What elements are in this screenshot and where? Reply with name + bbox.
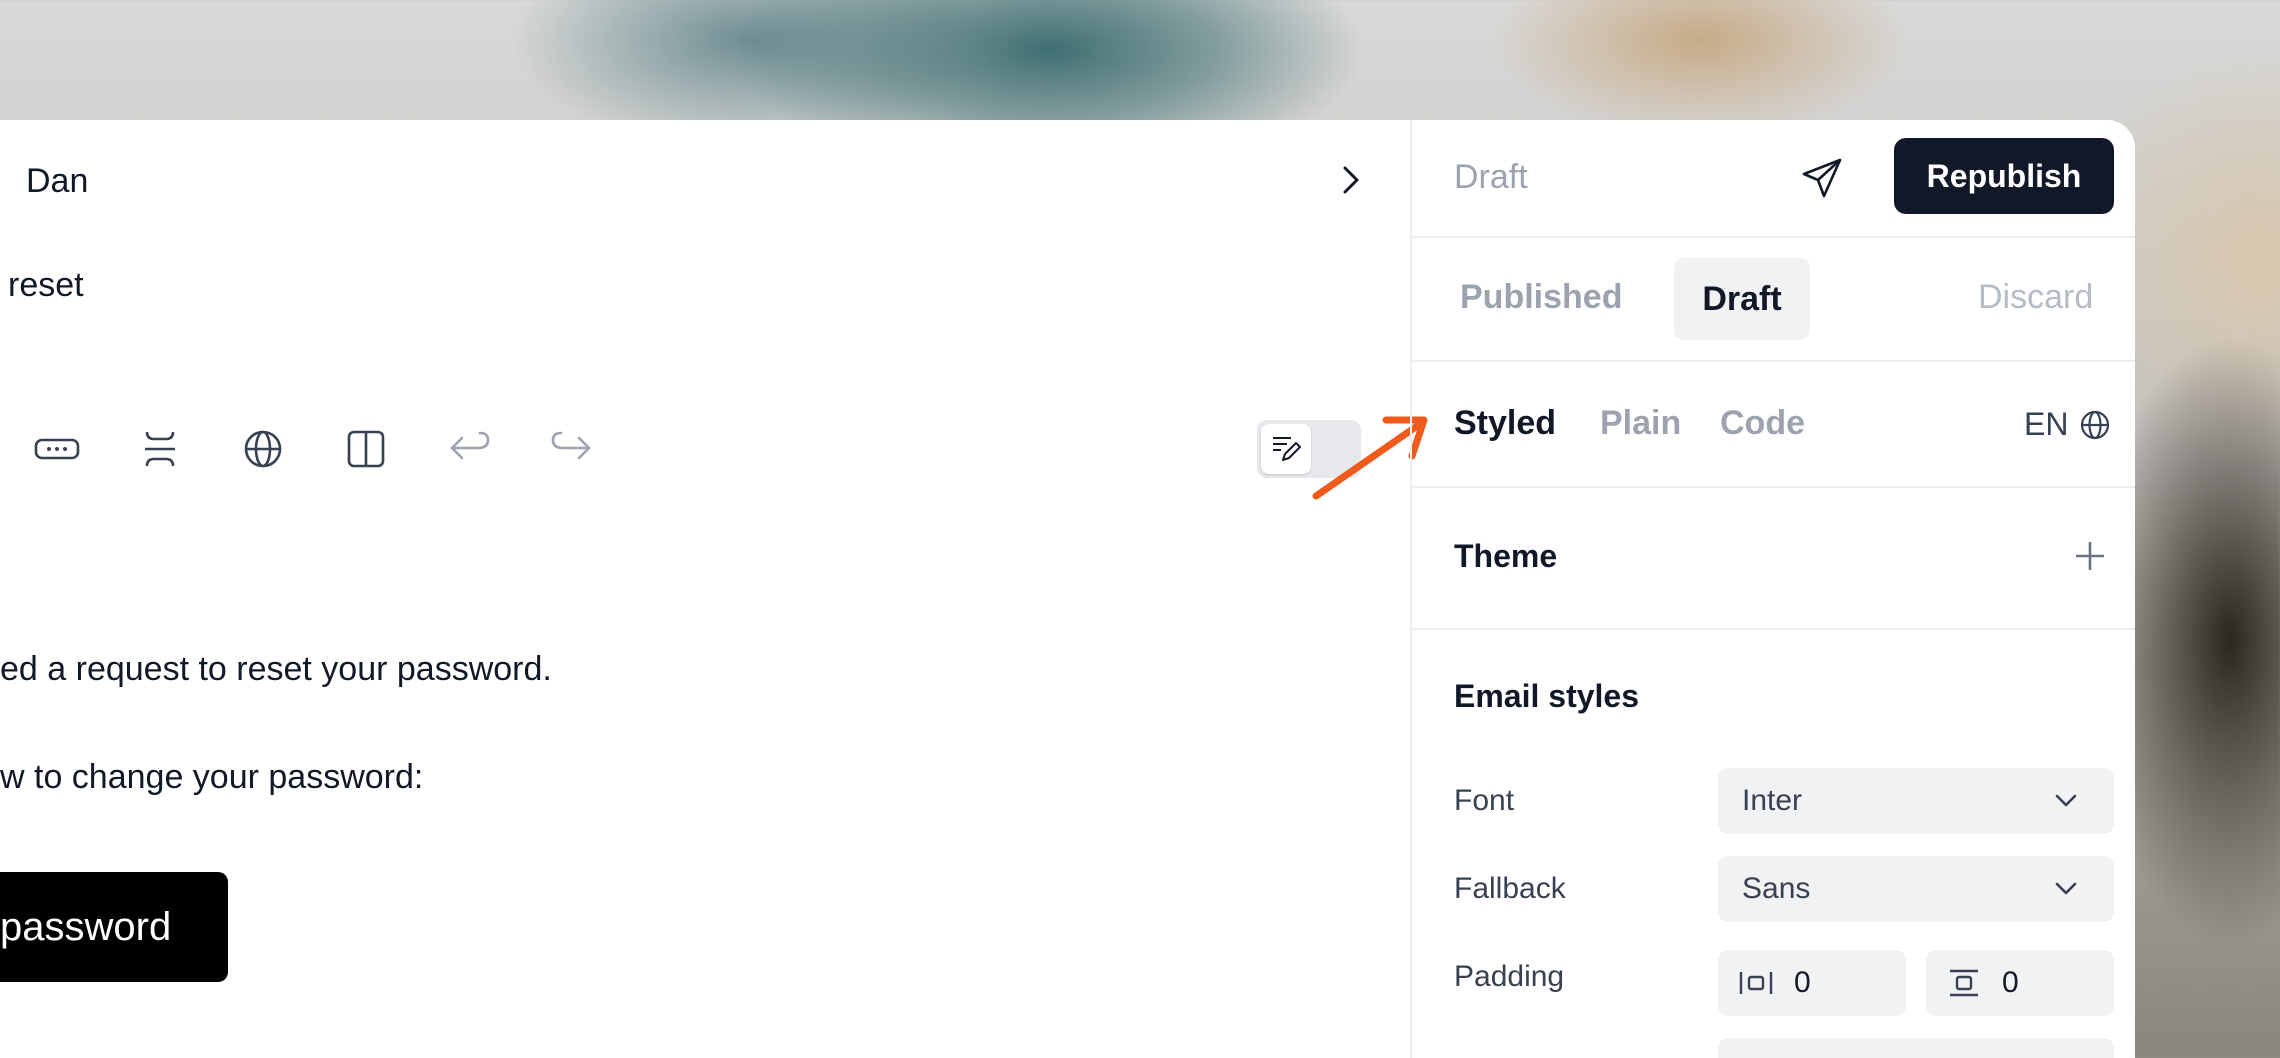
reset-password-button[interactable]: password bbox=[0, 872, 228, 982]
padding-horizontal-icon bbox=[1739, 972, 1773, 994]
tab-code[interactable]: Code bbox=[1720, 404, 1805, 443]
redo-icon[interactable] bbox=[543, 420, 601, 478]
tab-plain[interactable]: Plain bbox=[1600, 404, 1681, 443]
spacer-icon[interactable] bbox=[131, 420, 189, 478]
font-value: Inter bbox=[1742, 784, 1803, 817]
chevron-down-icon bbox=[2055, 794, 2077, 807]
button-block-icon[interactable] bbox=[28, 420, 86, 478]
send-icon[interactable] bbox=[1800, 156, 1844, 200]
body-text-line[interactable]: ed a request to reset your password. bbox=[0, 650, 552, 689]
font-select[interactable]: Inter bbox=[1718, 768, 2114, 834]
editor-window: Dan reset ed a request to reset your pas… bbox=[0, 120, 2135, 1058]
tab-published[interactable]: Published bbox=[1460, 278, 1622, 317]
tab-draft[interactable]: Draft bbox=[1674, 258, 1810, 340]
globe-icon[interactable] bbox=[234, 420, 292, 478]
next-field-input[interactable] bbox=[1718, 1038, 2114, 1058]
padding-horizontal-input[interactable]: 0 bbox=[1718, 950, 1906, 1016]
body-text-line[interactable]: w to change your password: bbox=[0, 758, 423, 797]
subject-line[interactable]: reset bbox=[8, 266, 84, 305]
padding-label: Padding bbox=[1454, 960, 1565, 993]
chevron-right-icon[interactable] bbox=[1336, 162, 1366, 198]
email-editor: Dan reset ed a request to reset your pas… bbox=[0, 120, 1428, 1058]
status-label: Draft bbox=[1454, 158, 1528, 196]
mode-tabs: Styled Plain Code EN bbox=[1412, 362, 2135, 488]
padding-vertical-icon bbox=[1950, 969, 1978, 997]
padding-vertical-input[interactable]: 0 bbox=[1926, 950, 2114, 1016]
plus-icon[interactable] bbox=[2072, 538, 2108, 574]
fallback-select[interactable]: Sans bbox=[1718, 856, 2114, 922]
publish-header: Draft Republish bbox=[1412, 120, 2135, 238]
republish-button[interactable]: Republish bbox=[1894, 138, 2114, 214]
settings-sidebar: Draft Republish Published Draft Discard … bbox=[1410, 120, 2135, 1058]
discard-button[interactable]: Discard bbox=[1978, 278, 2093, 317]
font-label: Font bbox=[1454, 784, 1515, 817]
email-styles-title: Email styles bbox=[1454, 678, 1639, 714]
theme-title: Theme bbox=[1454, 538, 1558, 574]
language-label[interactable]: EN bbox=[2024, 406, 2068, 443]
padding-vertical-value: 0 bbox=[2002, 966, 2019, 999]
tab-styled[interactable]: Styled bbox=[1454, 404, 1556, 443]
padding-horizontal-value: 0 bbox=[1794, 966, 1811, 999]
theme-section: Theme bbox=[1412, 488, 2135, 630]
globe-icon[interactable] bbox=[2078, 408, 2112, 442]
fallback-label: Fallback bbox=[1454, 872, 1566, 905]
fallback-value: Sans bbox=[1742, 872, 1811, 905]
columns-icon[interactable] bbox=[337, 420, 395, 478]
version-tabs: Published Draft Discard bbox=[1412, 238, 2135, 362]
undo-icon[interactable] bbox=[440, 420, 498, 478]
chevron-down-icon bbox=[2055, 882, 2077, 895]
recipient-name[interactable]: Dan bbox=[26, 162, 88, 201]
